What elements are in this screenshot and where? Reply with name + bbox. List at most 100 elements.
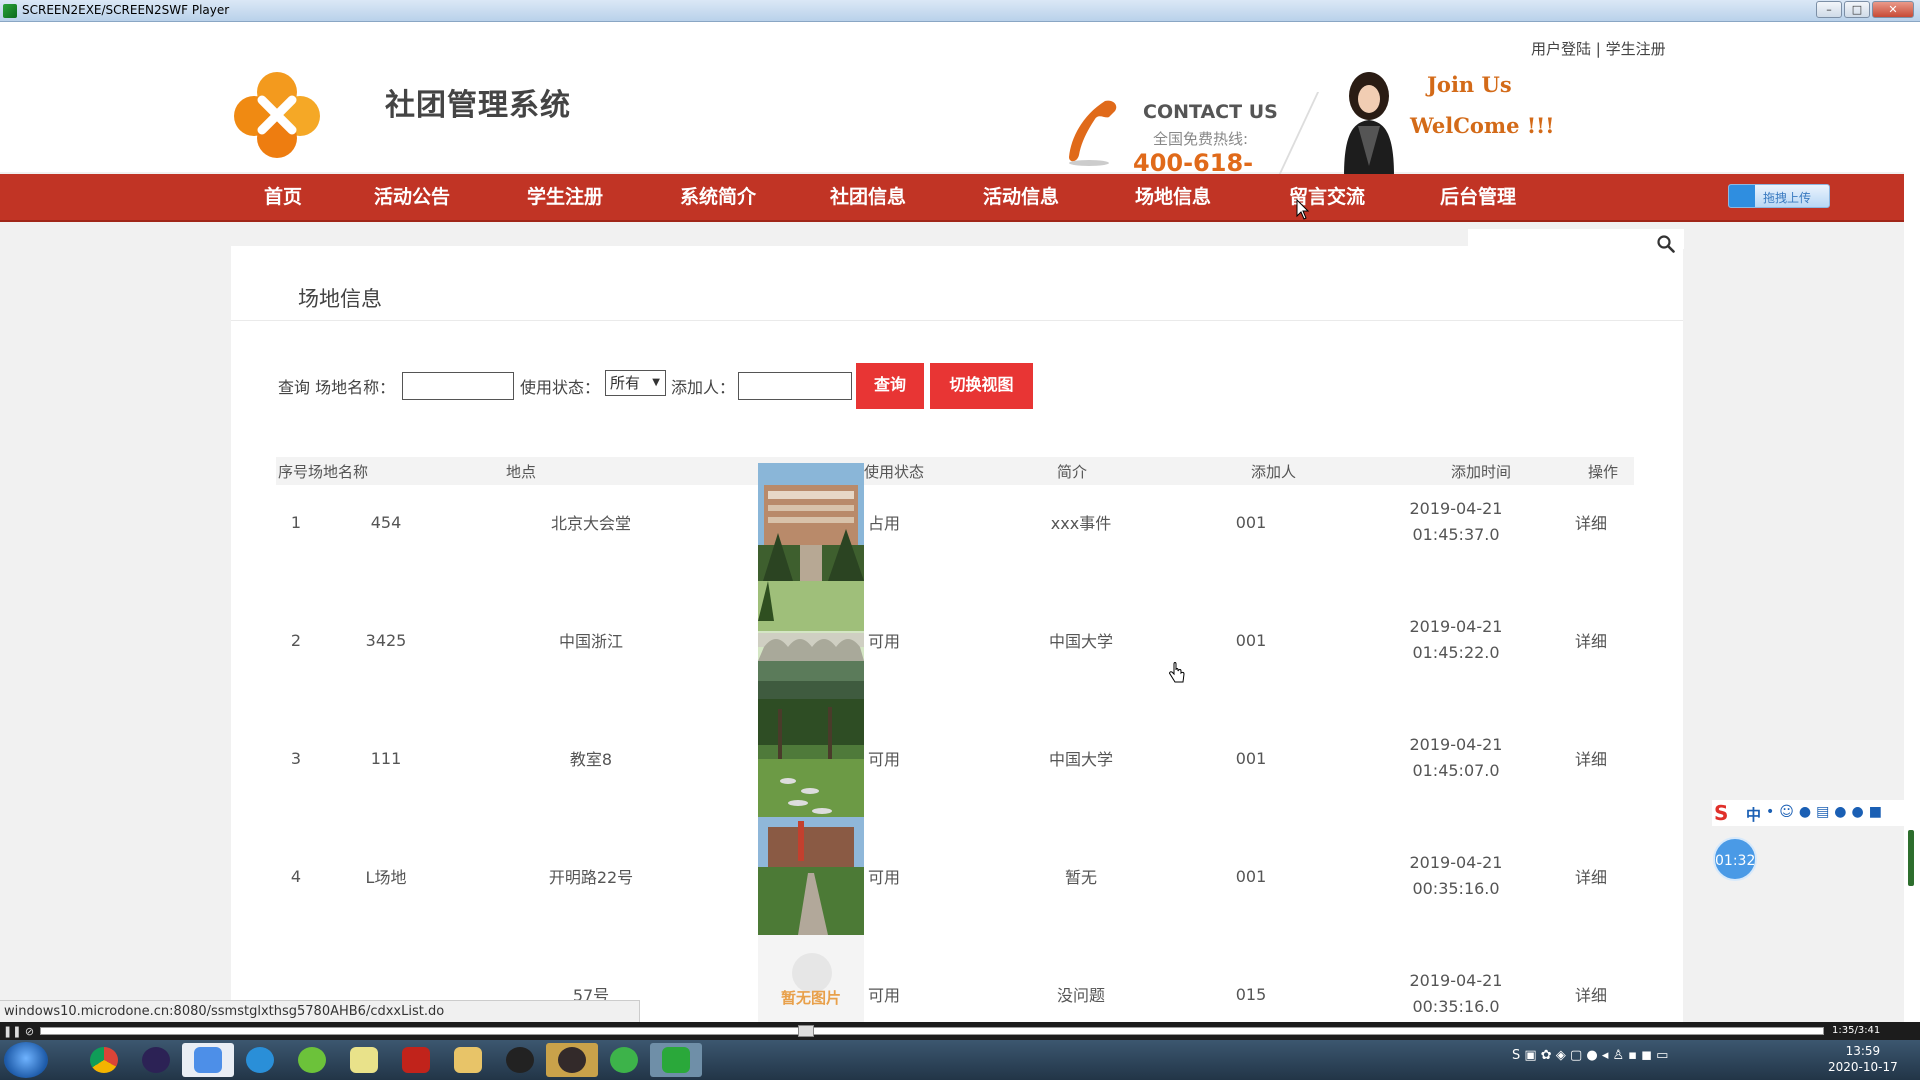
contact-block: CONTACT US 全国免费热线: 400-618-4800	[1065, 77, 1285, 205]
qq-icon[interactable]	[494, 1043, 546, 1077]
nav-item-club-info[interactable]: 社团信息	[830, 174, 906, 220]
status-select[interactable]: 所有 ▼	[605, 370, 666, 396]
chevron-down-icon: ▼	[652, 377, 660, 388]
table-row: 4 L场地 开明路22号 可用 暂无 001 2019-04-21 00:35:…	[276, 817, 1634, 935]
status-label: 使用状态：	[520, 378, 601, 397]
chrome-icon[interactable]	[78, 1043, 130, 1077]
top-links-separator: |	[1595, 40, 1601, 58]
join-welcome: WelCome !!!	[1410, 113, 1555, 138]
nav-item-student-register[interactable]: 学生注册	[527, 174, 603, 220]
join-us-block: Join Us WelCome !!!	[1410, 72, 1554, 138]
screen-player-icon[interactable]	[650, 1043, 702, 1077]
taskbar-clock[interactable]: 13:59 2020-10-17	[1828, 1043, 1898, 1075]
cell-time: 2019-04-21 00:35:16.0	[1386, 817, 1526, 935]
windows-taskbar: S ▣ ✿ ◈ ▢ ● ◂ ♙ ▪ ◼ ▭ 13:59 2020-10-17	[0, 1040, 1920, 1080]
join-title: Join Us	[1427, 72, 1512, 97]
minimize-button[interactable]: –	[1816, 1, 1842, 18]
eclipse-icon[interactable]	[130, 1043, 182, 1077]
cell-adder: 001	[1235, 630, 1267, 650]
browser-status-url: windows10.microdone.cn:8080/ssmstglxthsg…	[0, 1000, 640, 1022]
ime-toolbar[interactable]: S 中 •☺●▤●●■	[1712, 800, 1904, 826]
close-button[interactable]: ✕	[1872, 1, 1914, 18]
adder-input[interactable]	[738, 372, 852, 400]
system-tray-icons[interactable]: S ▣ ✿ ◈ ▢ ● ◂ ♙ ▪ ◼ ▭	[1512, 1048, 1668, 1063]
cell-time-clock: 00:35:16.0	[1412, 997, 1500, 1016]
seek-track[interactable]	[40, 1027, 1824, 1035]
notepad-icon[interactable]	[338, 1043, 390, 1077]
maximize-button[interactable]: □	[1844, 1, 1870, 18]
cell-name: 111	[370, 748, 402, 768]
search-button[interactable]: 查询	[856, 363, 924, 409]
cell-time: 2019-04-21 01:45:37.0	[1386, 463, 1526, 581]
drag-upload-button[interactable]: 拖拽上传	[1728, 184, 1830, 208]
cell-name: L场地	[365, 868, 407, 887]
detail-link[interactable]: 详细	[1566, 463, 1616, 581]
wechat-icon[interactable]	[598, 1043, 650, 1077]
cell-intro: 暂无	[1064, 868, 1097, 887]
switch-view-button[interactable]: 切换视图	[930, 363, 1033, 409]
cell-place: 教室8	[569, 750, 613, 769]
cell-time-clock: 01:45:22.0	[1412, 643, 1500, 662]
top-links: 用户登陆 | 学生注册	[1531, 38, 1666, 59]
detail-link[interactable]: 详细	[1566, 935, 1616, 1022]
media-app-icon[interactable]	[546, 1043, 598, 1077]
nav-item-system-intro[interactable]: 系统简介	[680, 174, 756, 220]
file-explorer-icon[interactable]	[442, 1043, 494, 1077]
cell-time-clock: 00:35:16.0	[1412, 879, 1500, 898]
cell-no: 2	[290, 630, 302, 650]
hand-cursor-icon	[1169, 662, 1185, 683]
nav-item-announcements[interactable]: 活动公告	[374, 174, 450, 220]
site-logo-icon[interactable]	[232, 70, 322, 160]
cell-adder: 001	[1235, 748, 1267, 768]
seek-handle[interactable]	[798, 1025, 814, 1037]
recording-timer[interactable]: 01:32	[1713, 837, 1757, 881]
search-icon[interactable]	[1657, 235, 1675, 253]
detail-link[interactable]: 详细	[1566, 817, 1616, 935]
cell-place: 开明路22号	[548, 868, 634, 887]
cell-place: 中国浙江	[558, 632, 623, 651]
leaf-app-icon[interactable]	[286, 1043, 338, 1077]
cell-adder: 001	[1235, 512, 1267, 532]
cell-place: 北京大会堂	[550, 514, 631, 533]
page-title: 场地信息	[298, 287, 382, 311]
nav-item-venue-info[interactable]: 场地信息	[1135, 174, 1211, 220]
venue-name-input[interactable]	[402, 372, 514, 400]
nav-item-activity-info[interactable]: 活动信息	[983, 174, 1059, 220]
start-button[interactable]	[4, 1042, 48, 1078]
player-control-bar: ❚❚ ⊘ 1:35/3:41	[0, 1022, 1920, 1040]
baidu-netdisk-icon[interactable]	[182, 1043, 234, 1077]
page-viewport: 用户登陆 | 学生注册 社团管理系统 CONTACT US 全国免费热线: 40…	[0, 22, 1904, 1022]
site-title: 社团管理系统	[385, 88, 571, 123]
table-row: 1 454 北京大会堂 占用 xxx事件 001 2019-04-21 01:4…	[276, 463, 1634, 581]
site-header: 用户登陆 | 学生注册 社团管理系统 CONTACT US 全国免费热线: 40…	[0, 22, 1904, 205]
phone-icon	[1069, 100, 1117, 166]
flash-icon[interactable]	[390, 1043, 442, 1077]
person-image	[1344, 72, 1394, 176]
ime-mode-label[interactable]: 中	[1746, 804, 1761, 825]
nav-item-admin[interactable]: 后台管理	[1440, 174, 1516, 220]
detail-link[interactable]: 详细	[1566, 581, 1616, 699]
cell-time: 2019-04-21 01:45:07.0	[1386, 699, 1526, 817]
cell-time-date: 2019-04-21	[1409, 617, 1503, 636]
cloud-icon	[1729, 185, 1755, 207]
cell-time-date: 2019-04-21	[1409, 853, 1503, 872]
vertical-scrollbar-thumb[interactable]	[1908, 830, 1914, 886]
cell-time: 2019-04-21 01:45:22.0	[1386, 581, 1526, 699]
pause-icon[interactable]: ❚❚ ⊘	[3, 1025, 34, 1038]
browser-q-icon[interactable]	[234, 1043, 286, 1077]
ime-tools-icon[interactable]: •☺●▤●●■	[1766, 804, 1887, 820]
cell-time-date: 2019-04-21	[1409, 971, 1503, 990]
clock-time: 13:59	[1845, 1044, 1881, 1058]
student-register-link[interactable]: 学生注册	[1606, 40, 1666, 58]
app-icon	[3, 4, 17, 18]
detail-link[interactable]: 详细	[1566, 699, 1616, 817]
nav-item-home[interactable]: 首页	[264, 174, 302, 220]
cell-name: 454	[370, 512, 402, 532]
cell-intro: 中国大学	[1048, 632, 1113, 651]
cell-time-clock: 01:45:07.0	[1412, 761, 1500, 780]
clock-date: 2020-10-17	[1828, 1060, 1898, 1074]
cell-intro: 中国大学	[1048, 750, 1113, 769]
window-titlebar: SCREEN2EXE/SCREEN2SWF Player – □ ✕	[0, 0, 1920, 22]
user-login-link[interactable]: 用户登陆	[1531, 40, 1591, 58]
cell-status: 可用	[867, 986, 900, 1005]
